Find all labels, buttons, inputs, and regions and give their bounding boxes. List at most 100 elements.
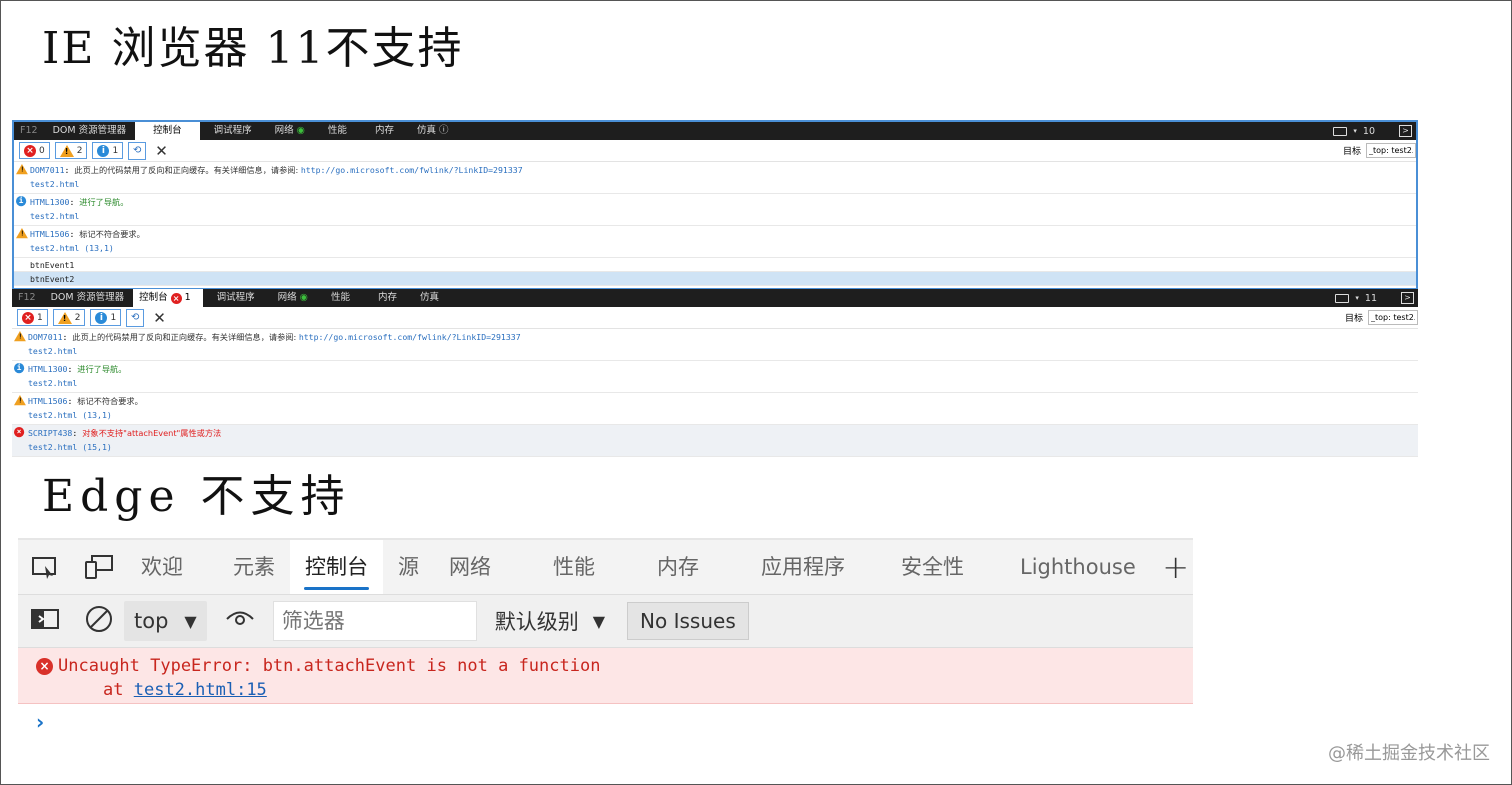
- document-mode[interactable]: 11: [1365, 293, 1377, 304]
- target-input[interactable]: [1368, 310, 1418, 325]
- log-entry: i HTML1300: 进行了导航。 test2.html: [14, 194, 1416, 226]
- entry-sep: :: [67, 396, 78, 406]
- info-filter-button[interactable]: i1: [92, 142, 124, 159]
- ie-toolbar: ×1 2 i1 ⟲ ✕ 目标: [12, 307, 1418, 329]
- entry-sep: :: [67, 364, 78, 374]
- console-error-message: × Uncaught TypeError: btn.attachEvent is…: [18, 648, 1193, 704]
- tab-performance[interactable]: 性能: [317, 289, 364, 307]
- error-icon: ×: [14, 427, 25, 438]
- device-emulation-icon[interactable]: [72, 554, 126, 580]
- warning-icon: [57, 311, 72, 324]
- clear-console-icon[interactable]: ✕: [153, 309, 166, 327]
- warning-filter-button[interactable]: 2: [52, 309, 86, 326]
- info-icon: i: [14, 363, 25, 374]
- tab-network-label: 网络: [274, 125, 294, 136]
- tab-console[interactable]: 控制台: [135, 122, 200, 140]
- entry-file-link[interactable]: test2.html: [30, 179, 79, 189]
- tab-performance[interactable]: 性能: [538, 540, 610, 594]
- monitor-icon[interactable]: [1333, 126, 1348, 136]
- tab-debugger[interactable]: 调试程序: [200, 122, 266, 140]
- filter-input[interactable]: [272, 601, 477, 641]
- ie-title: IE 浏览器 11不支持: [42, 23, 464, 74]
- tab-dom-explorer[interactable]: DOM 资源管理器: [44, 122, 136, 140]
- info-count: 1: [110, 312, 117, 323]
- tab-performance[interactable]: 性能: [314, 122, 361, 140]
- edge-tab-bar: 欢迎 元素 控制台 源 网络 性能 内存 应用程序 安全性 Lighthouse…: [18, 538, 1193, 594]
- tab-console[interactable]: 控制台: [290, 540, 383, 594]
- entry-file-link[interactable]: test2.html (13,1): [30, 243, 114, 253]
- tab-application[interactable]: 应用程序: [746, 540, 860, 594]
- issues-button[interactable]: No Issues: [627, 602, 749, 640]
- entry-file-link[interactable]: test2.html (13,1): [28, 410, 112, 420]
- context-value: top: [134, 609, 169, 633]
- warning-count: 2: [76, 145, 83, 156]
- tab-memory[interactable]: 内存: [642, 540, 714, 594]
- dropdown-arrow-icon[interactable]: ▾: [1353, 127, 1357, 135]
- tab-elements[interactable]: 元素: [218, 540, 290, 594]
- log-entry: DOM7011: 此页上的代码禁用了反向和正向缓存。有关详细信息，请参阅: ht…: [12, 329, 1418, 361]
- clear-console-icon[interactable]: ✕: [155, 142, 168, 160]
- tab-network[interactable]: 网络 ◉: [266, 122, 314, 140]
- tab-welcome[interactable]: 欢迎: [126, 540, 198, 594]
- tab-emulation-label: 仿真: [416, 125, 436, 136]
- tab-network-label: 网络: [277, 292, 297, 303]
- warning-icon: [59, 144, 74, 157]
- entry-file-link[interactable]: test2.html: [28, 378, 77, 388]
- tab-f12[interactable]: F12: [12, 289, 42, 307]
- tab-lighthouse[interactable]: Lighthouse: [1005, 540, 1151, 594]
- sidebar-toggle-icon[interactable]: [30, 608, 60, 635]
- entry-file-link[interactable]: test2.html (15,1): [28, 442, 112, 452]
- log-level-dropdown[interactable]: 默认级别 ▼: [495, 606, 605, 636]
- warning-filter-button[interactable]: 2: [54, 142, 88, 159]
- tab-network[interactable]: 网络: [434, 540, 506, 594]
- monitor-icon[interactable]: [1335, 293, 1350, 303]
- add-tab-icon[interactable]: +: [1162, 548, 1189, 586]
- tab-debugger[interactable]: 调试程序: [203, 289, 269, 307]
- entry-message: 对象不支持"attachEvent"属性或方法: [82, 428, 222, 438]
- error-count: 1: [37, 312, 43, 323]
- tab-error-count: 1: [184, 292, 191, 303]
- tab-network[interactable]: 网络 ◉: [269, 289, 317, 307]
- dropdown-arrow-icon[interactable]: ▾: [1355, 294, 1359, 302]
- tab-security[interactable]: 安全性: [886, 540, 979, 594]
- error-filter-button[interactable]: × 1: [17, 309, 48, 326]
- document-mode[interactable]: 10: [1363, 126, 1375, 137]
- console-prompt-chevron-icon[interactable]: ›: [36, 710, 44, 734]
- log-entry-error: × SCRIPT438: 对象不支持"attachEvent"属性或方法 tes…: [12, 425, 1418, 457]
- tab-emulation[interactable]: 仿真 ⓘ: [408, 122, 458, 140]
- ie-tab-bar-right: ▾ 11 >: [1335, 289, 1418, 307]
- entry-link[interactable]: http://go.microsoft.com/fwlink/?LinkID=2…: [301, 165, 523, 175]
- error-source-link[interactable]: test2.html:15: [134, 680, 267, 700]
- ie-tab-bar: F12 DOM 资源管理器 控制台 调试程序 网络 ◉ 性能 内存 仿真 ⓘ ▾ 1…: [14, 122, 1416, 140]
- clear-console-icon[interactable]: [84, 604, 114, 639]
- ie-devtools-panel-1: F12 DOM 资源管理器 控制台 调试程序 网络 ◉ 性能 内存 仿真 ⓘ ▾ 1…: [12, 120, 1418, 290]
- log-entry: HTML1506: 标记不符合要求。 test2.html (13,1): [14, 226, 1416, 258]
- entry-file-link[interactable]: test2.html: [28, 346, 77, 356]
- live-expression-eye-icon[interactable]: [225, 608, 255, 635]
- clear-on-navigate-button[interactable]: ⟲: [126, 308, 145, 327]
- tab-emulation[interactable]: 仿真: [411, 289, 448, 307]
- record-icon: ◉: [299, 292, 308, 303]
- tab-dom-explorer[interactable]: DOM 资源管理器: [42, 289, 134, 307]
- console-toggle-icon[interactable]: >: [1399, 125, 1412, 137]
- info-filter-button[interactable]: i1: [90, 309, 122, 326]
- console-toggle-icon[interactable]: >: [1401, 292, 1414, 304]
- tab-f12[interactable]: F12: [14, 122, 44, 140]
- edge-console-toolbar: top ▼ 默认级别 ▼ No Issues: [18, 594, 1193, 648]
- tab-memory[interactable]: 内存: [364, 289, 411, 307]
- tab-memory[interactable]: 内存: [361, 122, 408, 140]
- tab-console[interactable]: 控制台 × 1: [133, 289, 203, 307]
- info-count: 1: [112, 145, 119, 156]
- tab-sources[interactable]: 源: [383, 540, 434, 594]
- entry-file-link[interactable]: test2.html: [30, 211, 79, 221]
- log-line-btnevent1: btnEvent1: [14, 258, 1416, 272]
- entry-link[interactable]: http://go.microsoft.com/fwlink/?LinkID=2…: [299, 332, 521, 342]
- info-icon: i: [16, 196, 27, 207]
- context-selector[interactable]: top ▼: [124, 601, 207, 641]
- error-filter-button[interactable]: × 0: [19, 142, 50, 159]
- target-input[interactable]: [1366, 143, 1416, 158]
- inspect-element-icon[interactable]: [18, 555, 72, 579]
- console-log: DOM7011: 此页上的代码禁用了反向和正向缓存。有关详细信息，请参阅: ht…: [12, 329, 1418, 457]
- edge-devtools: 欢迎 元素 控制台 源 网络 性能 内存 应用程序 安全性 Lighthouse…: [18, 538, 1193, 743]
- clear-on-navigate-button[interactable]: ⟲: [128, 141, 147, 160]
